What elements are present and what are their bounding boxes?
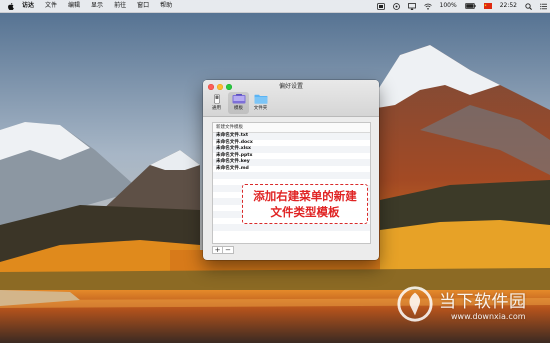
window-titlebar[interactable]: 偏好设置 通用 模板 文件夹 [203,80,379,117]
control-icon[interactable] [392,2,400,10]
template-list-header: 新建文件模板 [213,123,370,133]
template-icon [228,93,249,105]
menu-file[interactable]: 文件 [45,0,57,12]
wifi-icon[interactable] [423,3,432,10]
tab-general[interactable]: 通用 [206,92,227,114]
notification-center-icon[interactable] [540,3,547,10]
menu-go[interactable]: 前往 [114,0,126,12]
tab-templates[interactable]: 模板 [228,92,249,114]
spotlight-search-icon[interactable] [525,2,532,10]
window-title: 偏好设置 [278,83,303,90]
switch-icon [206,93,227,105]
callout-line-2: 文件类型模板 [270,205,340,219]
watermark-logo-icon [397,286,433,322]
app-status-icon[interactable] [376,2,385,10]
menu-help[interactable]: 帮助 [160,0,172,12]
tab-general-label: 通用 [212,106,221,111]
add-template-button[interactable]: + [212,246,223,254]
tab-folders-label: 文件夹 [253,106,268,111]
watermark-name: 当下软件园 [439,292,527,312]
apple-logo-icon[interactable] [8,2,15,10]
menu-view[interactable]: 显示 [91,0,103,12]
site-watermark: 当下软件园 www.downxia.com [393,283,543,333]
menu-bar: 访达 文件 编辑 显示 前往 窗口 帮助 100% 22:52 [0,0,550,13]
watermark-url: www.downxia.com [451,312,526,321]
flag-icon[interactable] [483,3,492,9]
menu-finder[interactable]: 访达 [22,0,34,12]
remove-template-button[interactable]: − [223,246,234,254]
tab-templates-label: 模板 [234,106,243,111]
battery-icon[interactable] [464,3,476,9]
folder-icon [250,93,271,105]
menu-bar-status-area: 100% 22:52 [369,0,547,12]
template-list: 新建文件模板 未命名文件.txt 未命名文件.docx 未命名文件.xlsx 未… [212,122,371,244]
preferences-window: 偏好设置 通用 模板 文件夹 新建文件模板 未命名文件.txt 未命名文件.do… [203,80,379,260]
add-remove-control: + − [212,246,234,254]
preferences-toolbar: 通用 模板 文件夹 [206,92,272,114]
battery-percent: 100% [439,2,457,9]
callout-line-1: 添加右建菜单的新建 [253,189,357,203]
empty-row [213,231,370,238]
airplay-icon[interactable] [407,2,416,10]
annotation-callout: 添加右建菜单的新建 文件类型模板 [242,184,368,224]
tab-folders[interactable]: 文件夹 [250,92,271,114]
menu-window[interactable]: 窗口 [137,0,149,12]
clock[interactable]: 22:52 [500,0,517,12]
menu-edit[interactable]: 编辑 [68,0,80,12]
